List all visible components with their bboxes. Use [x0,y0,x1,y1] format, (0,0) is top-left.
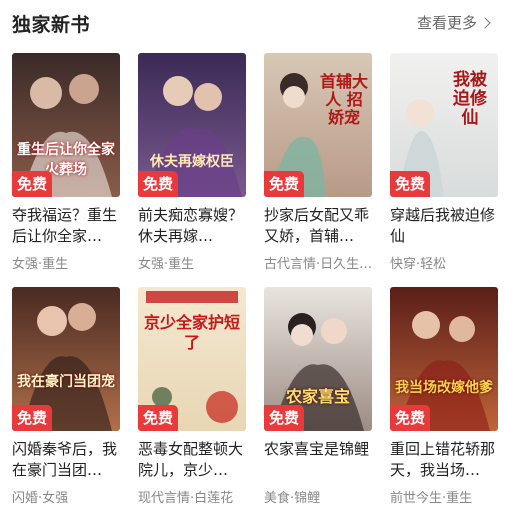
cover-title: 京少全家护短了 [144,313,241,352]
chevron-right-icon [479,16,491,29]
cover-title: 我在豪门当团宠 [17,374,115,390]
book-card[interactable]: 我被迫修仙 免费 穿越后我被迫修仙 快穿·轻松 [390,53,500,272]
book-tags: 美食·锦鲤 [264,491,321,506]
book-title: 夺我福运？重生后让你全家… [12,206,118,245]
book-cover[interactable]: 京少全家护短了 免费 [138,287,246,431]
book-cover[interactable]: 农家喜宝 免费 [264,287,372,431]
book-cover[interactable]: 重生后让你全家火葬场 免费 [12,53,120,197]
cover-title: 首辅大人 招娇宠 [320,72,369,127]
book-cover[interactable]: 我在豪门当团宠 免费 [12,287,120,431]
book-title: 恶毒女配整顿大院儿，京少… [138,440,244,479]
section-title: 独家新书 [12,14,91,36]
book-cover[interactable]: 首辅大人 招娇宠 免费 [264,53,372,197]
book-title: 重回上错花轿那天，我当场… [390,440,496,479]
book-title: 闪婚秦爷后，我在豪门当团… [12,440,118,479]
book-tags: 女强·重生 [138,257,195,272]
cover-title: 我被迫修仙 [453,70,487,128]
book-title: 前夫痴恋寡嫂？休夫再嫁… [138,206,244,245]
free-badge: 免费 [264,171,305,197]
book-cover[interactable]: 休夫再嫁权臣 免费 [138,53,246,197]
view-more-label: 查看更多 [416,14,477,32]
book-card[interactable]: 休夫再嫁权臣 免费 前夫痴恋寡嫂？休夫再嫁… 女强·重生 [138,53,248,272]
book-tags: 快穿·轻松 [390,257,447,272]
cover-title: 农家喜宝 [285,387,350,406]
book-card[interactable]: 农家喜宝 免费 农家喜宝是锦鲤 美食·锦鲤 [264,287,374,506]
book-card[interactable]: 重生后让你全家火葬场 免费 夺我福运？重生后让你全家… 女强·重生 [12,53,122,272]
cover-title: 我当场改嫁他爹 [395,380,493,396]
view-more-link[interactable]: 查看更多 [416,12,491,33]
book-card[interactable]: 首辅大人 招娇宠 免费 抄家后女配又乖又娇，首辅… 古代言情·日久生… [264,53,374,272]
book-title: 穿越后我被迫修仙 [390,206,496,245]
free-badge: 免费 [264,405,305,431]
book-tags: 现代言情·白莲花 [138,491,234,506]
free-badge: 免费 [138,171,179,197]
book-tags: 古代言情·日久生… [264,257,373,272]
book-cover[interactable]: 我被迫修仙 免费 [390,53,498,197]
free-badge: 免费 [138,405,179,431]
book-card[interactable]: 我在豪门当团宠 免费 闪婚秦爷后，我在豪门当团… 闪婚·女强 [12,287,122,506]
book-title: 抄家后女配又乖又娇，首辅… [264,206,370,245]
free-badge: 免费 [12,405,53,431]
book-card[interactable]: 京少全家护短了 免费 恶毒女配整顿大院儿，京少… 现代言情·白莲花 [138,287,248,506]
free-badge: 免费 [390,405,431,431]
book-tags: 闪婚·女强 [12,491,69,506]
book-title: 农家喜宝是锦鲤 [264,440,370,458]
section-header: 独家新书 查看更多 [12,10,497,36]
cover-title: 休夫再嫁权臣 [150,154,234,170]
free-badge: 免费 [12,171,53,197]
book-card[interactable]: 我当场改嫁他爹 免费 重回上错花轿那天，我当场… 前世今生·重生 [390,287,500,506]
free-badge: 免费 [390,171,431,197]
book-tags: 前世今生·重生 [390,491,473,506]
book-tags: 女强·重生 [12,257,69,272]
book-cover[interactable]: 我当场改嫁他爹 免费 [390,287,498,431]
